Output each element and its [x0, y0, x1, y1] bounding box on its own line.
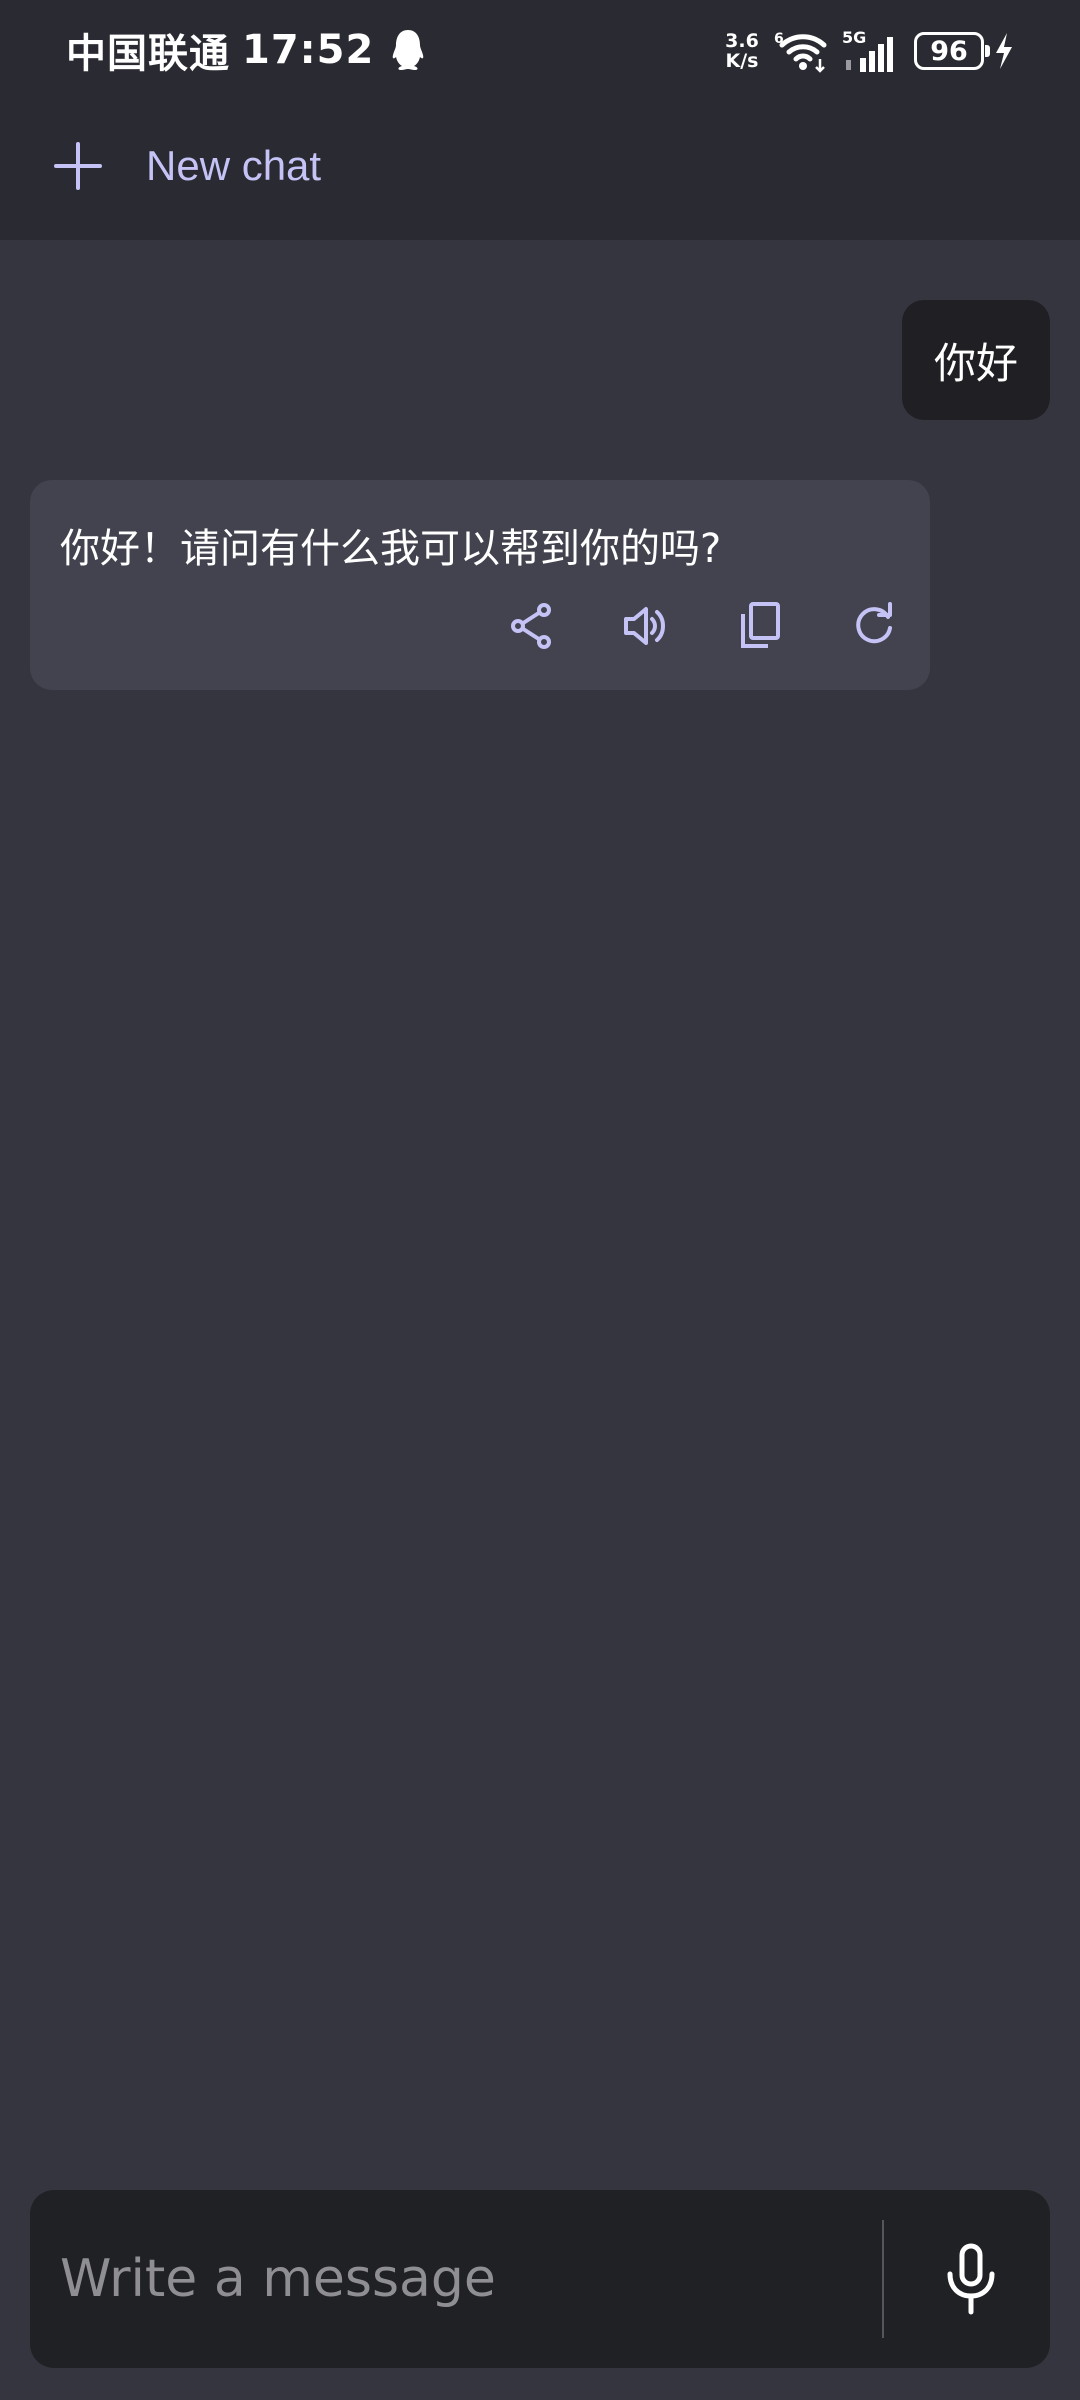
regenerate-button[interactable] [848, 600, 900, 652]
assistant-message-text: 你好！请问有什么我可以帮到你的吗? [60, 526, 722, 572]
cellular-signal-icon: 5G [842, 28, 893, 72]
new-chat-button[interactable]: New chat [52, 130, 321, 202]
charging-bolt-icon [996, 33, 1012, 69]
plus-icon [54, 142, 102, 190]
copy-icon [741, 602, 780, 648]
app-header: New chat [0, 100, 1080, 240]
new-chat-label: New chat [146, 142, 322, 189]
message-input[interactable] [60, 2190, 880, 2368]
assistant-message-bubble: 你好！请问有什么我可以帮到你的吗? [30, 480, 930, 690]
carrier-name: 中国联通 [66, 31, 230, 77]
message-composer [30, 2190, 1050, 2368]
battery-indicator: 96 [914, 32, 990, 70]
network-speed-unit: K/s [725, 50, 759, 72]
status-bar: 中国联通 17:52 3.6 K/s 6 5G 96 [0, 0, 1080, 100]
share-icon [511, 603, 551, 649]
microphone-icon [947, 2243, 995, 2315]
speaker-icon [624, 607, 665, 645]
app-screen: 中国联通 17:52 3.6 K/s 6 5G 96 New chat 你好 你… [0, 0, 1080, 2400]
network-speed: 3.6 K/s [720, 31, 764, 71]
wifi-icon: 6 [774, 31, 827, 73]
user-message-bubble: 你好 [901, 300, 1050, 420]
message-actions [506, 600, 900, 652]
battery-level: 96 [930, 35, 968, 67]
network-speed-value: 3.6 [725, 30, 759, 52]
composer-divider [882, 2220, 884, 2338]
refresh-icon [856, 602, 892, 644]
cell-network-label: 5G [842, 28, 866, 47]
voice-input-button[interactable] [932, 2240, 1010, 2318]
share-button[interactable] [506, 600, 558, 652]
status-left: 中国联通 17:52 [66, 22, 428, 78]
status-time: 17:52 [242, 27, 375, 73]
user-message-text: 你好 [933, 338, 1018, 388]
qq-penguin-icon [393, 30, 424, 70]
read-aloud-button[interactable] [620, 600, 672, 652]
copy-button[interactable] [734, 600, 786, 652]
status-right: 3.6 K/s 6 5G 96 [720, 26, 1014, 76]
